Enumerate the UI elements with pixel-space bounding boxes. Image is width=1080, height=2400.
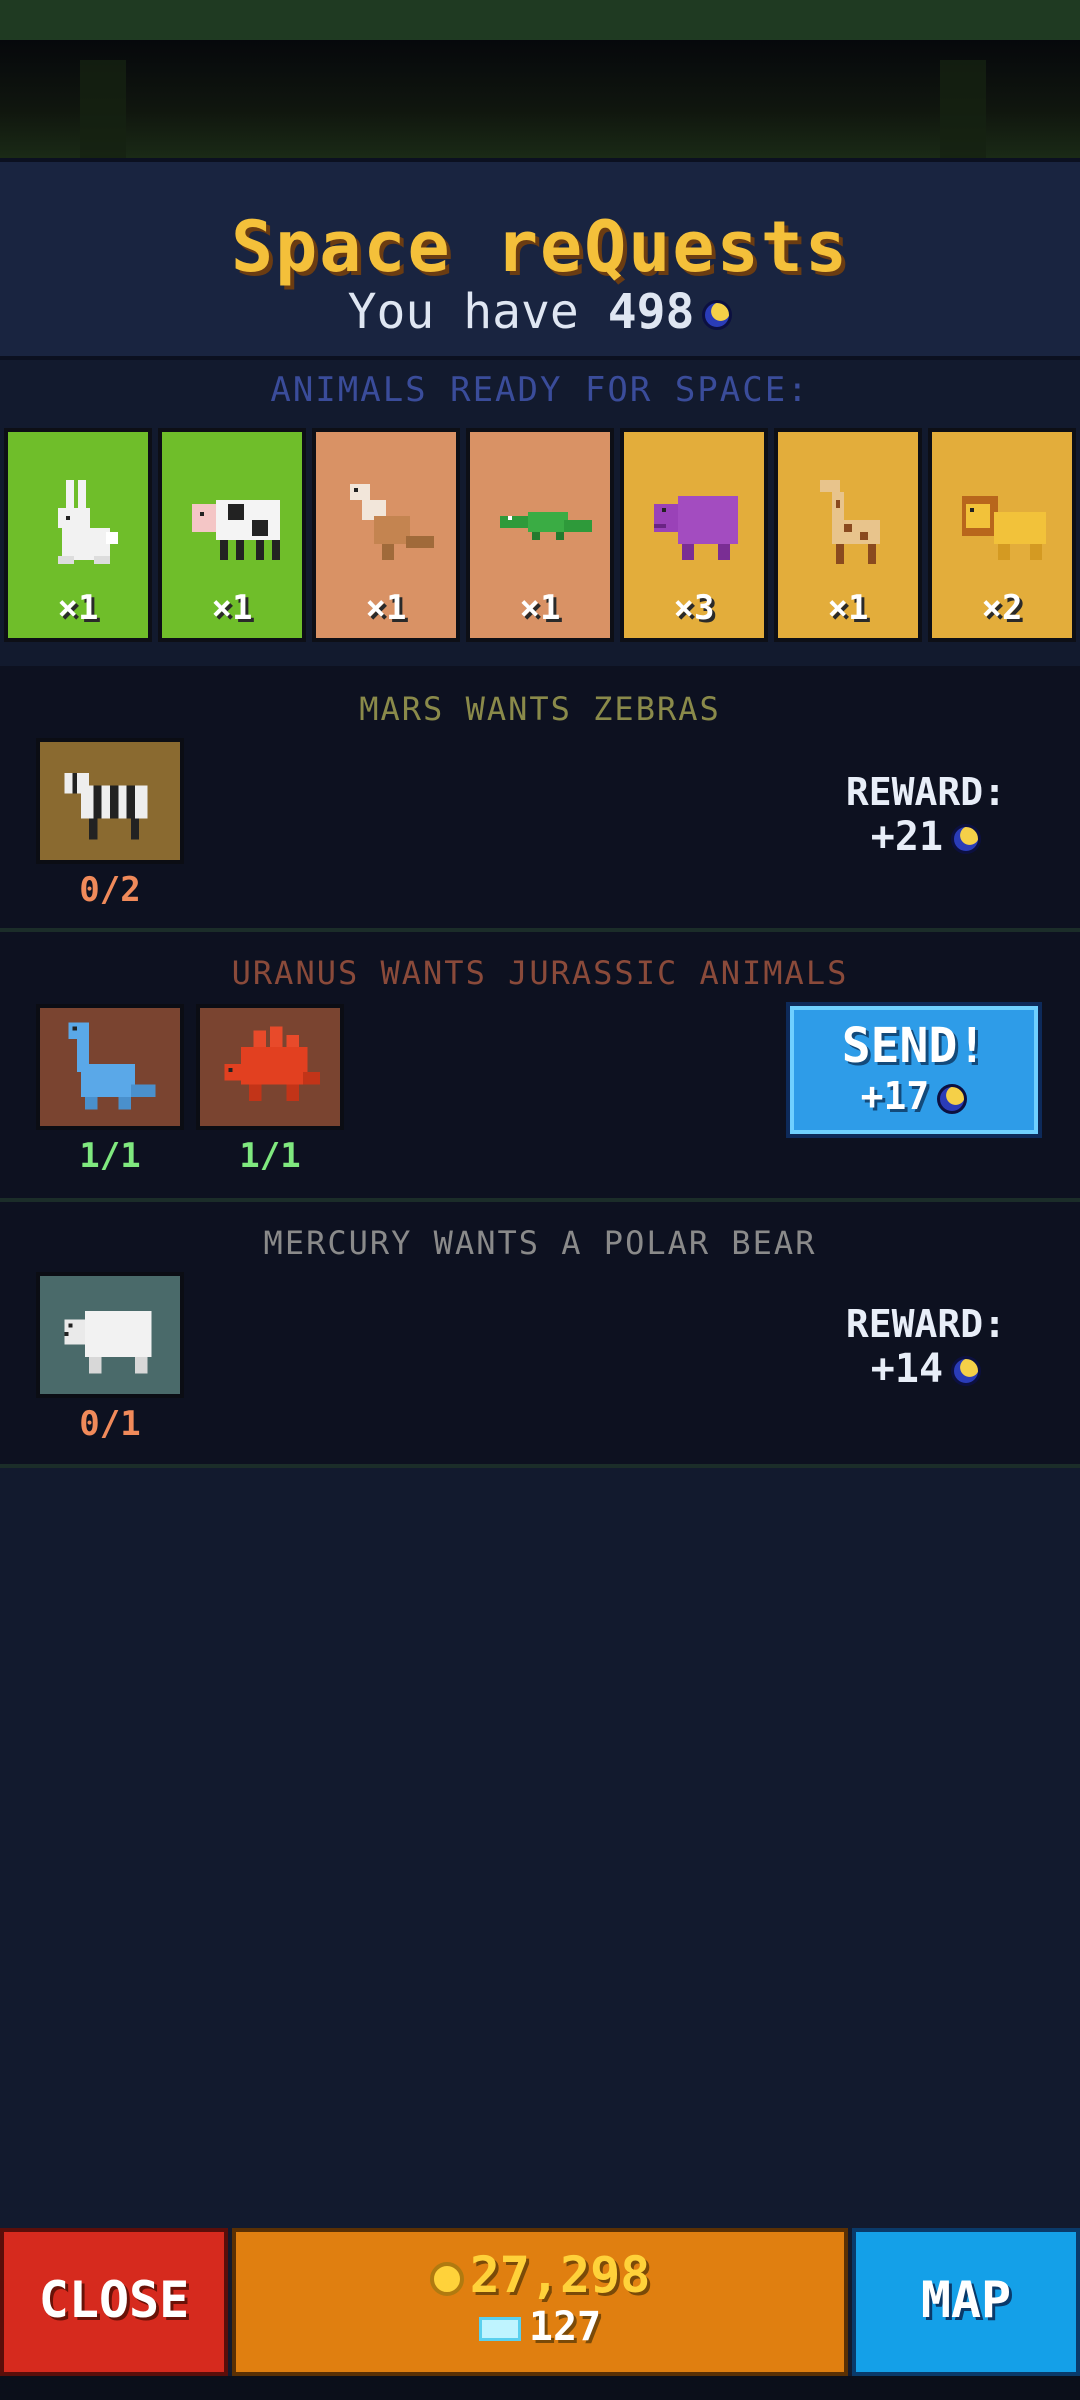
gold-coin-icon	[429, 2261, 464, 2296]
animal-count: ×2	[981, 588, 1023, 628]
animals-ready-label: ANIMALS READY FOR SPACE:	[270, 370, 810, 410]
animal-card-cow[interactable]: ×1	[158, 428, 306, 642]
animal-card-giraffe[interactable]: ×1	[774, 428, 922, 642]
polar-bear-icon	[64, 1311, 152, 1374]
rabbit-icon	[58, 480, 118, 564]
bottom-bar: CLOSE 27,298 127 MAP	[0, 2228, 1080, 2376]
request-progress: 1/1	[239, 1136, 301, 1176]
request-mercury: MERCURY WANTS A POLAR BEAR 0/1 REWARD: +…	[0, 1202, 1080, 1468]
animal-count: ×1	[519, 588, 561, 628]
request-progress: 0/2	[79, 870, 141, 910]
space-coin-balance: 498	[607, 284, 695, 340]
game-scene-background	[0, 40, 1080, 190]
cow-icon	[192, 500, 280, 560]
you-have-label: You have	[347, 284, 579, 340]
coin-count: 27,298	[469, 2246, 651, 2304]
animal-card-hippo[interactable]: ×3	[620, 428, 768, 642]
bottom-edge	[0, 2376, 1080, 2400]
gem-icon	[478, 2317, 521, 2341]
reward-label: REWARD:	[845, 770, 1006, 814]
request-slot-brontosaurus[interactable]	[36, 1004, 184, 1130]
space-requests-header: Space reQuests You have 498	[0, 158, 1080, 360]
game-scene-top	[0, 0, 1080, 40]
animals-ready-list[interactable]: ×1 ×1 ×1 ×1 ×3 ×1 ×2	[0, 428, 1080, 642]
send-button[interactable]: SEND! +17	[786, 1002, 1042, 1138]
request-progress: 1/1	[79, 1136, 141, 1176]
reward-info: REWARD: +14	[846, 1302, 1006, 1392]
page-title: Space reQuests	[230, 206, 849, 288]
zebra-icon	[64, 772, 148, 840]
animal-card-kangaroo[interactable]: ×1	[312, 428, 460, 642]
map-button[interactable]: MAP	[852, 2228, 1080, 2376]
send-reward: +17	[860, 1074, 930, 1118]
reward-amount: +14	[870, 1346, 944, 1392]
crocodile-icon	[500, 512, 592, 540]
animal-card-lion[interactable]: ×2	[928, 428, 1076, 642]
request-slot-stegosaurus[interactable]	[196, 1004, 344, 1130]
animal-count: ×1	[827, 588, 869, 628]
space-coin-icon	[937, 1083, 968, 1114]
request-title: MERCURY WANTS A POLAR BEAR	[263, 1224, 817, 1262]
brontosaurus-icon	[68, 1022, 156, 1110]
reward-label: REWARD:	[845, 1302, 1006, 1346]
space-coin-icon	[951, 824, 982, 854]
animal-card-crocodile[interactable]: ×1	[466, 428, 614, 642]
currency-display: 27,298 127	[232, 2228, 848, 2376]
reward-amount: +21	[870, 814, 944, 860]
animal-count: ×1	[365, 588, 407, 628]
stegosaurus-icon	[224, 1026, 320, 1102]
request-slot-polar-bear[interactable]	[36, 1272, 184, 1398]
animal-count: ×1	[57, 588, 99, 628]
request-slot-zebra[interactable]	[36, 738, 184, 864]
close-button[interactable]: CLOSE	[0, 2228, 228, 2376]
giraffe-icon	[820, 480, 880, 564]
send-label: SEND!	[841, 1018, 987, 1074]
lion-icon	[962, 496, 1046, 560]
animal-count: ×3	[673, 588, 715, 628]
reward-info: REWARD: +21	[846, 770, 1006, 860]
space-coin-icon	[702, 300, 733, 330]
request-progress: 0/1	[79, 1404, 141, 1444]
space-coin-icon	[951, 1356, 982, 1386]
request-title: URANUS WANTS JURASSIC ANIMALS	[231, 954, 849, 992]
animal-count: ×1	[211, 588, 253, 628]
animal-card-rabbit[interactable]: ×1	[4, 428, 152, 642]
gem-count: 127	[528, 2304, 602, 2350]
hippo-icon	[654, 496, 738, 560]
request-mars: MARS WANTS ZEBRAS 0/2 REWARD: +21	[0, 666, 1080, 932]
balance-line: You have 498	[0, 284, 1080, 340]
request-uranus: URANUS WANTS JURASSIC ANIMALS 1/1 1/1 SE…	[0, 932, 1080, 1202]
kangaroo-icon	[350, 484, 434, 560]
request-title: MARS WANTS ZEBRAS	[359, 690, 721, 728]
